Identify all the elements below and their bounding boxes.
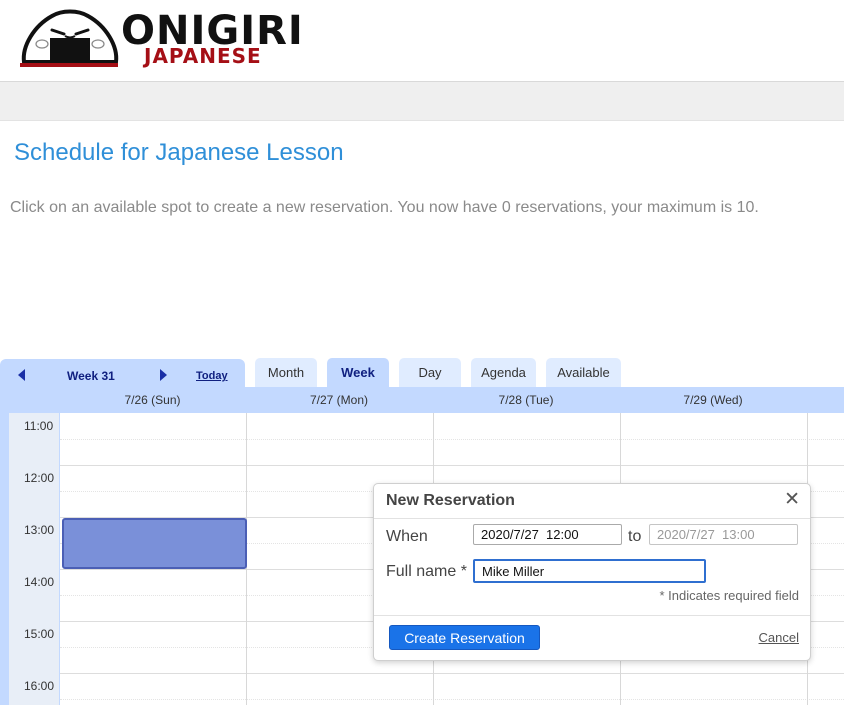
new-reservation-dialog: New Reservation ✕ When to Full name * * … [373,483,811,661]
week-label: Week 31 [67,369,115,383]
day-header: 7/27 (Mon) [309,393,369,407]
dialog-title: New Reservation [386,492,515,509]
time-label: 14:00 [24,575,55,589]
grid-line [60,465,844,466]
divider [374,615,810,616]
day-header: 7/28 (Tue) [498,393,554,407]
start-datetime-input[interactable] [473,524,622,545]
day-header: 7/29 (Wed) [683,393,743,407]
tab-month[interactable]: Month [255,358,317,387]
site-header: ONIGIRI JAPANESE [0,0,844,82]
nav-bar [0,81,844,121]
tab-available[interactable]: Available [546,358,621,387]
full-name-label: Full name * [386,563,467,580]
full-name-input[interactable] [473,559,706,583]
tab-agenda[interactable]: Agenda [471,358,536,387]
selected-time-slot[interactable] [62,518,247,569]
time-label: 16:00 [24,679,55,693]
time-column: 11:00 12:00 13:00 14:00 15:00 16:00 [9,413,60,705]
page-title: Schedule for Japanese Lesson [14,139,344,166]
time-label: 11:00 [24,419,54,433]
grid-line [60,673,844,674]
time-label: 15:00 [24,627,55,641]
onigiri-mascot-icon [21,9,119,64]
required-field-note: * Indicates required field [659,588,799,603]
logo-underline [20,63,118,67]
tab-week[interactable]: Week [327,358,389,387]
grid-line [60,699,844,700]
divider [374,518,810,519]
brand-logo[interactable]: ONIGIRI JAPANESE [20,6,310,68]
grid-line [60,439,844,440]
create-reservation-button[interactable]: Create Reservation [389,625,540,650]
prev-week-icon[interactable] [18,369,25,381]
end-datetime-input[interactable] [649,524,798,545]
when-label: When [386,528,428,545]
calendar-toolbar: Week 31 Today Month Week Day Agenda Avai… [0,356,844,387]
day-header: 7/26 (Sun) [124,393,181,407]
instructions-text: Click on an available spot to create a n… [10,199,759,216]
tab-day[interactable]: Day [399,358,461,387]
time-label: 12:00 [24,471,55,485]
week-navigator: Week 31 Today [0,359,245,387]
today-link[interactable]: Today [196,370,228,382]
to-label: to [628,528,642,545]
brand-subtitle: JAPANESE [144,44,262,68]
time-label: 13:00 [24,523,55,537]
close-icon[interactable]: ✕ [784,488,800,511]
next-week-icon[interactable] [160,369,167,381]
cancel-link[interactable]: Cancel [759,630,799,645]
